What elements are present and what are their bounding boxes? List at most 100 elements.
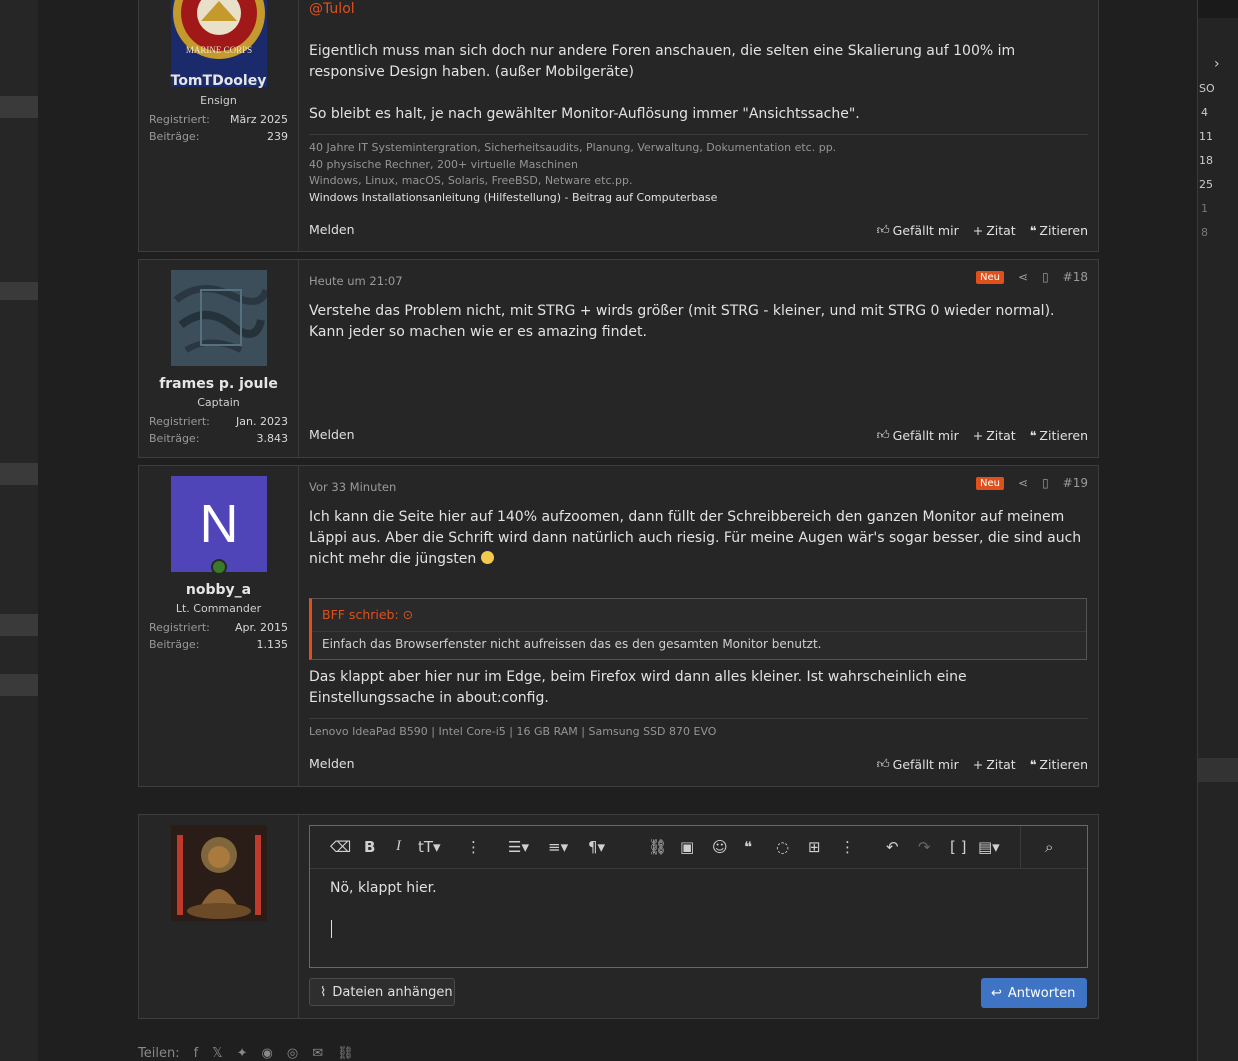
post-date[interactable]: Heute um 21:07 [309,274,403,288]
post-actions: 👍︎ Gefällt mir + Zitat ❝ Zitieren [877,427,1088,443]
bookmark-icon[interactable]: ▯ [1042,270,1049,284]
chevron-right-icon[interactable]: › [1214,56,1220,72]
rich-text-editor[interactable]: ⌫ B I tT▾ ⋮ ☰▾ ≡▾ ¶▾ ⛓ ▣ ☺ ❝ ◌ ⊞ ⋮ ↶ ↷ [… [309,825,1088,968]
avatar-letter: N [199,494,239,554]
text-cursor [331,920,332,938]
more-icon[interactable]: ⋮ [466,838,481,856]
username[interactable]: nobby_a [139,582,298,598]
left-background-panel [0,0,39,1061]
quote-button[interactable]: + Zitat [973,222,1016,238]
text-size-icon[interactable]: tT▾ [418,838,441,856]
like-button[interactable]: 👍︎ Gefällt mir [877,427,959,443]
share-icon[interactable]: ⋖ [1018,476,1028,490]
smiley-icon[interactable]: ☺ [712,838,728,856]
eraser-icon[interactable]: ⌫ [330,838,351,856]
bbcode-icon[interactable]: [ ] [950,838,966,856]
smiley-icon [480,551,494,564]
bold-icon[interactable]: B [364,838,375,856]
table-icon[interactable]: ⊞ [808,838,821,856]
post-date[interactable]: Vor 33 Minuten [309,480,396,494]
reply-quote-button[interactable]: ❝ Zitieren [1030,427,1088,443]
like-button[interactable]: 👍︎ Gefällt mir [877,756,959,772]
left-band [0,674,38,696]
italic-icon[interactable]: I [396,838,401,855]
post-user-panel: N nobby_a Lt. Commander Registriert: Apr.… [139,466,299,786]
align-icon[interactable]: ≡▾ [548,838,568,856]
list-icon[interactable]: ☰▾ [508,838,529,856]
posts-label: Beiträge: [149,638,200,651]
link-icon[interactable]: ⛓ [337,1046,354,1061]
signature-link[interactable]: Windows Installationsanleitung (Hilfeste… [309,190,1088,207]
posts-value: 3.843 [256,432,289,445]
marine-corps-emblem-icon: MARINE CORPS [171,0,267,63]
username[interactable]: TomTDooley [139,73,298,89]
bookmark-icon[interactable]: ▯ [1042,476,1049,490]
user-title: Lt. Commander [175,602,262,615]
calendar-day: 18 [1199,154,1213,167]
post-meta: Vor 33 Minuten Neu ⋖ ▯ #19 [309,476,1088,494]
report-link[interactable]: Melden [309,756,355,771]
x-icon[interactable]: 𝕏 [212,1046,222,1061]
posts-value: 239 [267,130,288,143]
facebook-icon[interactable]: f [194,1046,199,1061]
signature-line: 40 Jahre IT Systemintergration, Sicherhe… [309,141,837,154]
posts-value: 1.135 [256,638,289,651]
left-band [0,96,38,118]
drafts-icon[interactable]: ▤▾ [978,838,1000,856]
avatar[interactable] [171,270,267,366]
online-indicator-icon [211,559,227,575]
post-paragraph: So bleibt es halt, je nach gewählter Mon… [309,106,860,122]
attach-files-button[interactable]: ⌇ Dateien anhängen [309,978,455,1006]
report-link[interactable]: Melden [309,427,355,442]
post-number[interactable]: #19 [1063,476,1088,490]
plus-icon: + [972,427,984,443]
preview-toggle[interactable]: ⌕ [1020,826,1088,868]
quote-label: Zitat [986,756,1016,772]
bluesky-icon[interactable]: ✦ [237,1046,248,1061]
post-number[interactable]: #18 [1063,270,1088,284]
share-label: Teilen: [138,1046,180,1061]
share-icon[interactable]: ⋖ [1018,270,1028,284]
more-icon[interactable]: ⋮ [840,838,855,856]
avatar[interactable]: N [171,476,267,572]
right-column-header: SO [1199,82,1215,95]
left-band [0,282,38,300]
redo-icon[interactable]: ↷ [918,838,931,856]
whatsapp-icon[interactable]: ◎ [287,1046,298,1061]
reply-submit-button[interactable]: ↩ Antworten [981,978,1087,1008]
report-link[interactable]: Melden [309,222,355,237]
post-footer: Melden 👍︎ Gefällt mir + Zitat ❝ Zitieren [309,222,1088,238]
post-paragraph-text: Ich kann die Seite hier auf 140% aufzoom… [309,509,1082,567]
quote-icon[interactable]: ❝ [744,838,752,856]
svg-text:MARINE CORPS: MARINE CORPS [186,45,252,55]
like-button[interactable]: 👍︎ Gefällt mir [877,222,959,238]
link-icon[interactable]: ⛓ [648,838,667,856]
quote-author[interactable]: BFF schrieb: ⊙ [322,607,413,622]
reply-quote-button[interactable]: ❝ Zitieren [1030,222,1088,238]
image-icon[interactable]: ▣ [680,838,694,856]
registered-label: Registriert: [149,415,210,428]
posts-stat: Beiträge: 239 [149,130,288,143]
new-badge: Neu [976,476,1004,490]
left-band [0,614,38,636]
attach-label: Dateien anhängen [332,984,453,1000]
paragraph-icon[interactable]: ¶▾ [588,838,605,856]
post-body: @Tulol Eigentlich muss man sich doch nur… [309,0,1088,206]
signature-line: Lenovo IdeaPad B590 | Intel Core-i5 | 16… [309,725,717,738]
undo-icon[interactable]: ↶ [886,838,899,856]
reddit-icon[interactable]: ◉ [262,1046,273,1061]
email-icon[interactable]: ✉ [312,1046,323,1061]
spoiler-icon[interactable]: ◌ [776,838,789,856]
thumbs-up-icon: 👍︎ [876,222,890,237]
username[interactable]: frames p. joule [139,376,298,392]
avatar[interactable] [171,825,267,921]
reply-quote-button[interactable]: ❝ Zitieren [1030,756,1088,772]
reply-quote-label: Zitieren [1039,222,1088,238]
signature: Lenovo IdeaPad B590 | Intel Core-i5 | 16… [309,718,1088,741]
quote-button[interactable]: + Zitat [973,427,1016,443]
mention-link[interactable]: @Tulol [309,0,1088,20]
arrow-up-circle-icon: ⊙ [402,607,414,622]
posts-stat: Beiträge: 3.843 [149,432,288,445]
quote-divider [312,631,1086,632]
quote-button[interactable]: + Zitat [973,756,1016,772]
